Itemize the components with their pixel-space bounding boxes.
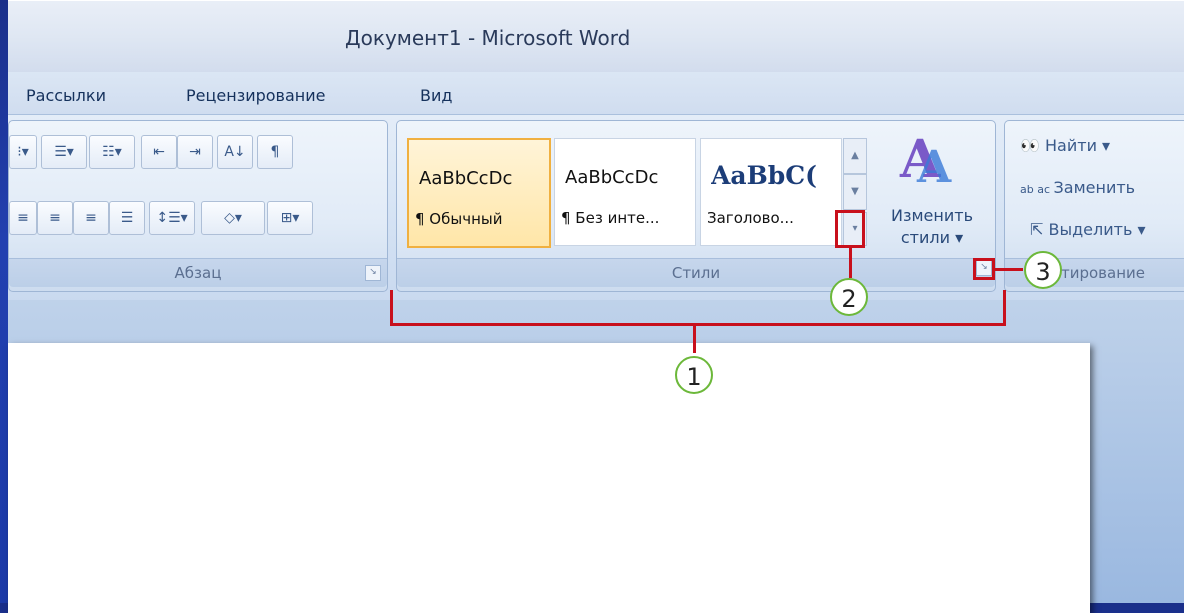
multilevel-list-icon[interactable]: ☷▾: [89, 135, 135, 169]
select-label: Выделить ▾: [1048, 220, 1146, 239]
line-spacing-icon[interactable]: ↕☰▾: [149, 201, 195, 235]
paragraph-group-label: Абзац: [9, 258, 387, 287]
cursor-icon: ⇱: [1030, 220, 1049, 239]
callout-2: 2: [830, 278, 868, 316]
styles-scroll-down-icon[interactable]: ▼: [843, 174, 867, 210]
find-label: Найти ▾: [1045, 136, 1111, 155]
borders-icon[interactable]: ⊞▾: [267, 201, 313, 235]
callout-1-line: [693, 323, 696, 353]
replace-button[interactable]: ab ac Заменить: [1020, 178, 1135, 197]
tab-mailings[interactable]: Рассылки: [26, 86, 106, 105]
styles-group-label: Стили: [397, 258, 995, 287]
style-label: ¶ Без инте...: [561, 209, 660, 227]
replace-icon: ab ac: [1020, 183, 1054, 196]
callout-3: 3: [1024, 251, 1062, 289]
paragraph-dialog-launcher-icon[interactable]: ↘: [365, 265, 381, 281]
tab-view[interactable]: Вид: [420, 86, 452, 105]
justify-icon[interactable]: ☰: [109, 201, 145, 235]
sort-icon[interactable]: A↓: [217, 135, 253, 169]
bracket-bottom: [390, 323, 1006, 326]
change-styles-label[interactable]: Изменить: [878, 206, 986, 225]
ribbon-tab-bar: [8, 72, 1184, 118]
increase-indent-icon[interactable]: ⇥: [177, 135, 213, 169]
callout-2-line: [849, 248, 852, 278]
style-label: Заголово...: [707, 209, 794, 227]
paragraph-group: Абзац ↘ ⁝▾ ☰▾ ☷▾ ⇤ ⇥ A↓ ¶ ≡ ≡ ≡ ☰ ↕☰▾ ◇▾…: [8, 120, 388, 292]
callout-3-line: [995, 268, 1023, 271]
replace-label: Заменить: [1053, 178, 1136, 197]
more-button-highlight: [835, 210, 865, 248]
style-no-spacing[interactable]: AaBbCcDc ¶ Без инте...: [554, 138, 696, 246]
bracket-right: [1003, 290, 1006, 326]
numbering-icon[interactable]: ☰▾: [41, 135, 87, 169]
style-normal[interactable]: AaBbCcDc ¶ Обычный: [407, 138, 551, 248]
align-right-icon[interactable]: ≡: [73, 201, 109, 235]
window-title: Документ1 - Microsoft Word: [345, 26, 631, 50]
style-sample: AaBbC(: [711, 161, 817, 190]
style-label: ¶ Обычный: [415, 210, 503, 228]
align-left-icon[interactable]: ≡: [9, 201, 37, 235]
bracket-left: [390, 290, 393, 326]
bullets-icon[interactable]: ⁝▾: [9, 135, 37, 169]
pilcrow-icon[interactable]: ¶: [257, 135, 293, 169]
align-center-icon[interactable]: ≡: [37, 201, 73, 235]
callout-1: 1: [675, 356, 713, 394]
change-styles-label-2[interactable]: стили ▾: [878, 228, 986, 247]
binoculars-icon: 👀: [1020, 136, 1046, 155]
style-heading[interactable]: AaBbC( Заголово...: [700, 138, 842, 246]
select-button[interactable]: ⇱ Выделить ▾: [1030, 220, 1146, 239]
dialog-launcher-highlight: [973, 258, 995, 280]
style-sample: AaBbCcDc: [419, 168, 513, 189]
document-page[interactable]: [8, 343, 1090, 613]
decrease-indent-icon[interactable]: ⇤: [141, 135, 177, 169]
styles-scroll-up-icon[interactable]: ▲: [843, 138, 867, 174]
change-styles-icon-overlay: A: [917, 142, 952, 193]
tab-review[interactable]: Рецензирование: [186, 86, 325, 105]
style-sample: AaBbCcDc: [565, 167, 659, 188]
shading-icon[interactable]: ◇▾: [201, 201, 265, 235]
find-button[interactable]: 👀 Найти ▾: [1020, 136, 1110, 155]
